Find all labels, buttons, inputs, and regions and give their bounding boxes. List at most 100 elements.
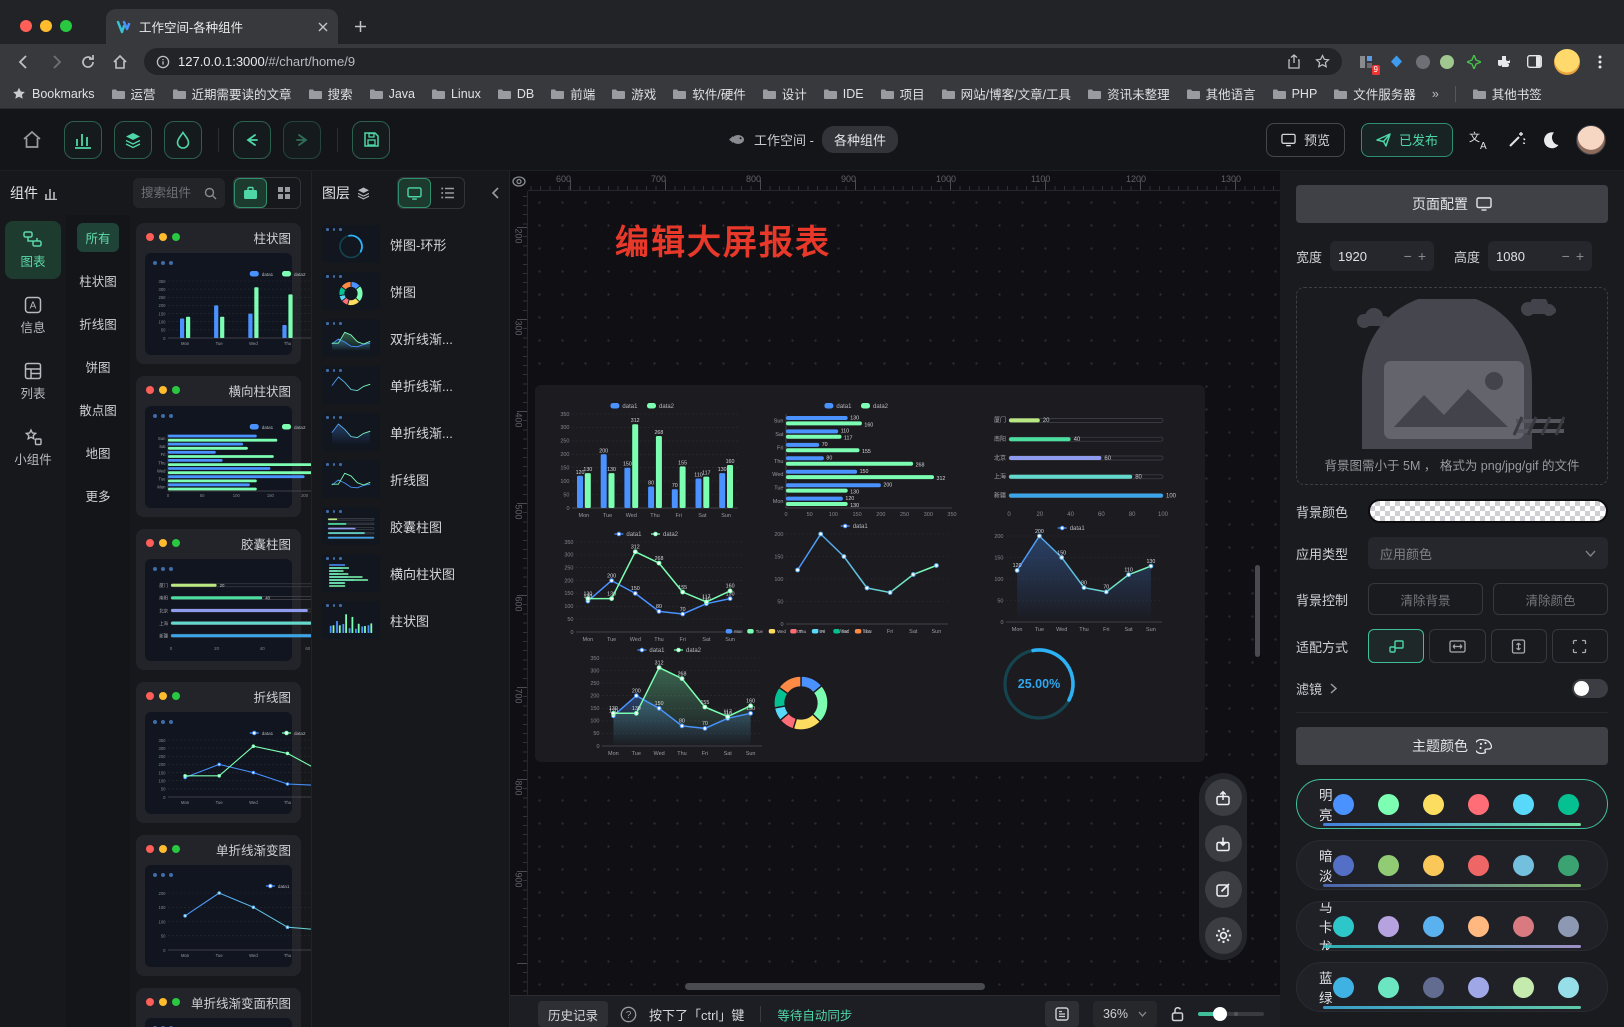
bookmark-folder[interactable]: 设计 [762,84,807,103]
plus-icon[interactable]: + [1418,248,1426,264]
sidebar-item-3[interactable]: 列表 [5,353,61,411]
category-item[interactable]: 散点图 [71,395,125,424]
chevron-right-icon[interactable] [1330,683,1337,694]
layer-thumbnail-view-button[interactable] [398,178,431,208]
bg-color-swatch[interactable] [1368,499,1608,523]
back-icon[interactable] [10,48,38,76]
category-item[interactable]: 饼图 [77,352,118,381]
search-input[interactable] [141,186,200,200]
component-card[interactable]: 柱状图050100150200250300350MonTueWedThuFriS… [136,223,301,364]
details-panel-toggle-button[interactable] [164,121,202,159]
layer-item[interactable]: 胶囊柱图 [322,507,499,545]
height-stepper[interactable]: 1080−+ [1488,241,1592,271]
redo-button[interactable] [283,121,321,159]
help-icon[interactable]: ? [620,1006,637,1023]
puzzle-icon[interactable] [1494,52,1514,72]
sidebar-item-2[interactable]: A信息 [5,287,61,345]
minus-icon[interactable]: − [1562,248,1570,264]
canvas-chart-d_ring[interactable]: 25.00% [983,629,1095,739]
grid-view-button[interactable] [267,178,300,208]
component-card[interactable]: 胶囊柱图厦门20南阳40北京60上海80新疆100020406080100 [136,529,301,670]
new-tab-button[interactable] [346,12,374,40]
canvas-chart-d_lineg[interactable]: 050100150200MonTueWedThuFriSatSundata1 [763,519,955,637]
bookmark-folder[interactable]: 文件服务器 [1333,84,1416,103]
bookmark-folder[interactable]: PHP [1272,84,1318,103]
canvas-chart-d_hbar[interactable]: 050100150200250300350MonTueWedThuFriSatS… [763,399,959,521]
url-bar[interactable]: 127.0.0.1:3000/#/chart/home/9 [144,48,1342,75]
ruler-eye-icon[interactable] [510,171,528,191]
history-button[interactable]: 历史记录 [538,1001,608,1027]
fit-stretch-button[interactable] [1552,629,1608,663]
theme-row[interactable]: 明亮 [1296,779,1608,829]
notes-button[interactable] [1045,1001,1079,1027]
kebab-menu-icon[interactable] [1590,52,1610,72]
edit-icon[interactable] [1205,871,1242,908]
component-search[interactable] [133,178,225,208]
app-home-icon[interactable] [22,130,42,149]
toolbox-view-button[interactable] [234,178,267,208]
dark-mode-moon-icon[interactable] [1542,131,1560,149]
bookmark-folder[interactable]: 网站/博客/文章/工具 [941,84,1071,103]
magic-wand-icon[interactable] [1507,130,1526,149]
charts-panel-toggle-button[interactable] [64,121,102,159]
browser-tab[interactable]: 工作空间-各种组件 [106,9,338,44]
collapse-panel-icon[interactable] [491,187,499,199]
preview-button[interactable]: 预览 [1266,123,1345,157]
minus-icon[interactable]: − [1404,248,1412,264]
workspace-name-badge[interactable]: 各种组件 [822,126,898,153]
export-icon[interactable] [1205,779,1242,816]
bookmarks-overflow[interactable]: » [1432,87,1439,101]
background-upload-dropzone[interactable]: 背景图需小于 5M ， 格式为 png/jpg/gif 的文件 [1296,287,1608,485]
app-type-select[interactable]: 应用颜色 [1368,537,1608,569]
component-card[interactable]: 单折线渐变面积图050100150200MonTueWedThuFriSatSu… [136,988,301,1027]
dashboard-preview[interactable]: 050100150200250300350MonTueWedThuFriSatS… [535,385,1205,762]
layers-panel-toggle-button[interactable] [114,121,152,159]
clear-background-button[interactable]: 清除背景 [1368,583,1483,615]
zoom-window-icon[interactable] [60,20,72,32]
home-icon[interactable] [106,48,134,76]
undo-button[interactable] [233,121,271,159]
bookmark-folder[interactable]: 前端 [550,84,595,103]
plus-icon[interactable]: + [1576,248,1584,264]
extension-diamond-icon[interactable] [1386,52,1406,72]
bookmark-folder[interactable]: 其他语言 [1186,84,1256,103]
extension-icon[interactable] [1440,55,1454,69]
bookmark-folder[interactable]: IDE [823,84,864,103]
layer-item[interactable]: 横向柱状图 [322,554,499,592]
publish-button[interactable]: 已发布 [1361,123,1453,157]
tab-close-icon[interactable] [318,22,328,32]
fit-height-button[interactable] [1491,629,1547,663]
canvas-chart-d_bar[interactable]: 050100150200250300350MonTueWedThuFriSatS… [549,399,745,521]
category-item[interactable]: 更多 [77,481,118,510]
category-item[interactable]: 所有 [77,223,118,252]
category-item[interactable]: 地图 [77,438,118,467]
category-item[interactable]: 柱状图 [71,266,125,295]
layer-item[interactable]: 饼图 [322,272,499,310]
user-avatar[interactable] [1576,125,1606,155]
browser-profile-avatar[interactable] [1554,49,1580,75]
bookmark-folder[interactable]: 资讯未整理 [1087,84,1170,103]
width-stepper[interactable]: 1920−+ [1330,241,1434,271]
filter-toggle[interactable] [1572,679,1608,698]
zoom-slider[interactable] [1198,1012,1264,1016]
sidebar-item-1[interactable]: 图表 [5,221,61,279]
save-button[interactable] [352,121,390,159]
other-bookmarks[interactable]: 其他书签 [1472,84,1542,103]
canvas-chart-d_capsule[interactable]: 厦门20南阳40北京60上海80新疆100020406080100 [983,407,1183,519]
zoom-select[interactable]: 36% [1093,1001,1157,1027]
canvas-chart-d_donut[interactable]: MonTueWedThuFriSatSun [716,625,886,759]
theme-row[interactable]: 马卡龙 [1296,901,1608,951]
sidebar-item-4[interactable]: 小组件 [5,419,61,477]
bookmark-folder[interactable]: 软件/硬件 [672,84,745,103]
layer-item[interactable]: 柱状图 [322,601,499,639]
share-icon[interactable] [1287,54,1301,69]
vertical-scrollbar[interactable] [1255,565,1260,657]
bookmark-folder[interactable]: 近期需要读的文章 [172,84,292,103]
bookmarks-root[interactable]: Bookmarks [12,87,95,101]
category-item[interactable]: 折线图 [71,309,125,338]
side-panel-icon[interactable] [1524,52,1544,72]
layer-item[interactable]: 折线图 [322,460,499,498]
bookmark-folder[interactable]: 搜索 [308,84,353,103]
minimize-window-icon[interactable] [40,20,52,32]
extension-star-icon[interactable] [1464,52,1484,72]
